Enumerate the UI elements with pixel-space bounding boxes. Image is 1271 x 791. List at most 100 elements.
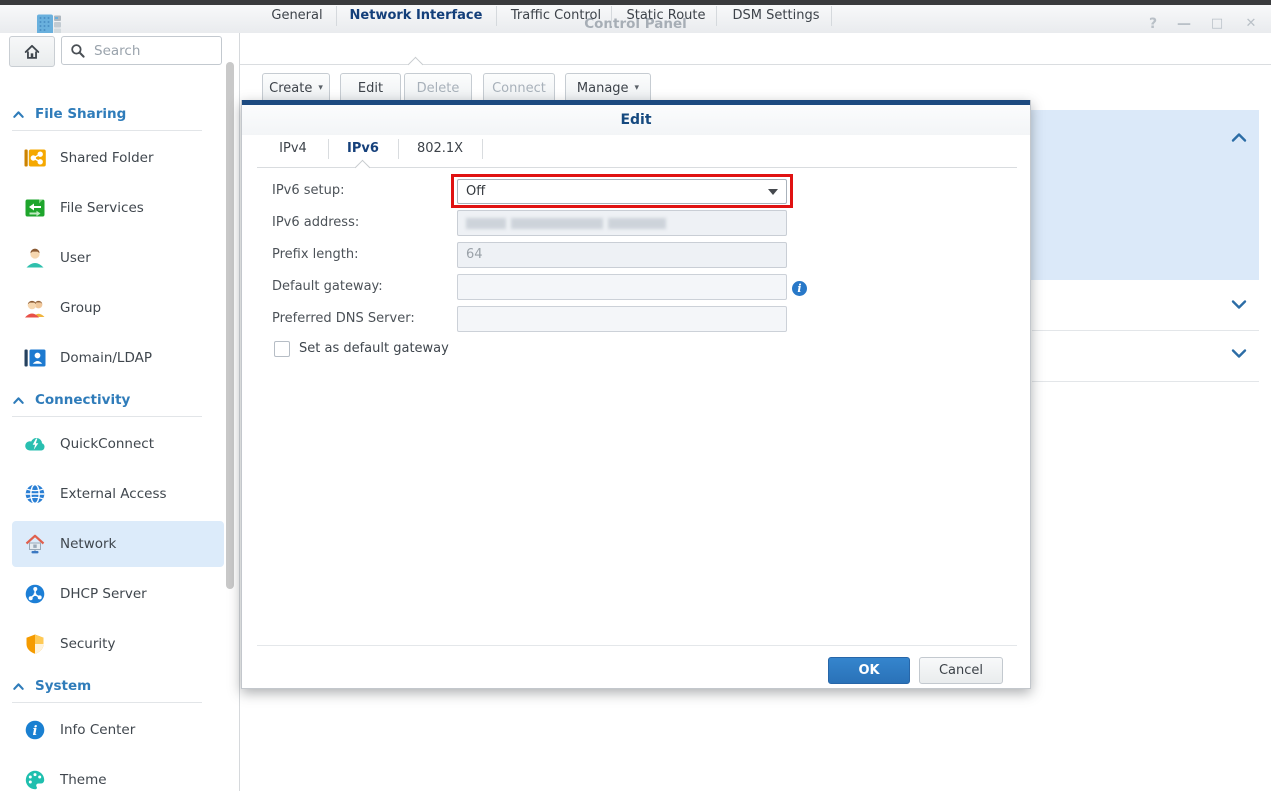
panel-divider <box>1032 330 1259 331</box>
default-gateway-input[interactable] <box>457 274 787 300</box>
sidebar-item-domain-ldap[interactable]: Domain/LDAP <box>12 338 224 378</box>
create-label: Create <box>269 81 312 96</box>
section-label: Connectivity <box>35 392 130 408</box>
sidebar-item-file-services[interactable]: File Services <box>12 188 224 228</box>
info-icon[interactable]: i <box>792 281 807 296</box>
edit-dialog: Edit IPv4 IPv6 802.1X IPv6 setup: Off IP… <box>241 100 1031 689</box>
preferred-dns-label: Preferred DNS Server: <box>272 306 415 332</box>
tab-network-interface[interactable]: Network Interface <box>346 4 486 28</box>
file-services-icon <box>24 197 46 219</box>
section-connectivity[interactable]: Connectivity <box>12 387 216 413</box>
search-input[interactable] <box>92 42 206 60</box>
cancel-button[interactable]: Cancel <box>919 657 1003 684</box>
tab-ipv4[interactable]: IPv4 <box>267 135 319 163</box>
tab-dsm-settings[interactable]: DSM Settings <box>726 4 826 28</box>
delete-label: Delete <box>417 81 460 96</box>
dialog-footer-divider <box>257 645 1017 646</box>
external-access-icon <box>24 483 46 505</box>
control-panel-window: Control Panel ? — □ ✕ File Sharing <box>0 0 1271 791</box>
dialog-tab-underline <box>257 167 1017 168</box>
default-gateway-label: Default gateway: <box>272 274 383 300</box>
section-label: File Sharing <box>35 106 126 122</box>
minimize-icon[interactable]: — <box>1172 16 1196 32</box>
create-button[interactable]: Create ▾ <box>262 73 330 103</box>
sidebar-item-label: Theme <box>60 772 107 788</box>
collapse-chevron-up-icon[interactable] <box>1230 130 1248 145</box>
ipv6-setup-select[interactable]: Off <box>457 179 787 204</box>
manage-button[interactable]: Manage ▾ <box>565 73 651 103</box>
sidebar-item-label: QuickConnect <box>60 436 154 452</box>
security-icon <box>24 633 46 655</box>
tab-traffic-control[interactable]: Traffic Control <box>506 4 606 28</box>
select-caret-icon <box>768 189 778 195</box>
ipv6-address-input[interactable] <box>457 210 787 236</box>
sidebar-item-security[interactable]: Security <box>12 624 224 664</box>
dropdown-caret-icon: ▾ <box>318 84 323 93</box>
sidebar-item-label: DHCP Server <box>60 586 147 602</box>
sidebar-item-label: Group <box>60 300 101 316</box>
sidebar-item-dhcp-server[interactable]: DHCP Server <box>12 574 224 614</box>
dialog-title: Edit <box>242 105 1030 135</box>
maximize-icon[interactable]: □ <box>1205 16 1229 31</box>
prefix-length-input[interactable]: 64 <box>457 242 787 268</box>
tab-8021x[interactable]: 802.1X <box>407 135 473 163</box>
quickconnect-icon <box>24 433 46 455</box>
chevron-up-icon <box>12 109 25 120</box>
connect-button[interactable]: Connect <box>483 73 555 103</box>
group-icon <box>24 297 46 319</box>
tab-ipv6[interactable]: IPv6 <box>337 135 389 163</box>
sidebar-item-label: Shared Folder <box>60 150 154 166</box>
network-icon <box>24 533 46 555</box>
ipv6-setup-value: Off <box>466 184 485 199</box>
svg-text:i: i <box>33 724 38 739</box>
manage-label: Manage <box>577 81 629 96</box>
ipv6-address-label: IPv6 address: <box>272 210 359 236</box>
sidebar-item-label: Domain/LDAP <box>60 350 152 366</box>
sidebar-item-partial <box>24 785 46 791</box>
dhcp-server-icon <box>24 583 46 605</box>
delete-button[interactable]: Delete <box>404 73 472 103</box>
section-file-sharing[interactable]: File Sharing <box>12 101 216 127</box>
edit-label: Edit <box>358 81 383 96</box>
section-system[interactable]: System <box>12 673 216 699</box>
home-button[interactable] <box>9 36 55 67</box>
main-tab-bar <box>240 33 1271 65</box>
sidebar-item-label: Info Center <box>60 722 135 738</box>
sidebar-item-label: User <box>60 250 91 266</box>
shared-folder-icon <box>24 147 46 169</box>
chevron-up-icon <box>12 395 25 406</box>
domain-ldap-icon <box>24 347 46 369</box>
set-default-gateway-checkbox[interactable] <box>274 341 290 357</box>
preferred-dns-input[interactable] <box>457 306 787 332</box>
section-label: System <box>35 678 91 694</box>
sidebar: File Sharing Shared Folder F <box>0 33 240 791</box>
dropdown-caret-icon: ▾ <box>635 84 640 93</box>
home-icon <box>23 43 41 61</box>
expand-chevron-down-icon[interactable] <box>1230 346 1248 361</box>
sidebar-item-external-access[interactable]: External Access <box>12 474 224 514</box>
user-icon <box>24 247 46 269</box>
ok-button[interactable]: OK <box>828 657 910 684</box>
chevron-up-icon <box>12 681 25 692</box>
expand-chevron-down-icon[interactable] <box>1230 297 1248 312</box>
sidebar-scrollbar[interactable] <box>226 62 234 589</box>
sidebar-item-user[interactable]: User <box>12 238 224 278</box>
sidebar-item-quickconnect[interactable]: QuickConnect <box>12 424 224 464</box>
help-icon[interactable]: ? <box>1141 16 1165 32</box>
sidebar-item-info-center[interactable]: i Info Center <box>12 710 224 750</box>
sidebar-item-group[interactable]: Group <box>12 288 224 328</box>
tab-static-route[interactable]: Static Route <box>621 4 711 28</box>
close-icon[interactable]: ✕ <box>1239 16 1263 31</box>
connect-label: Connect <box>492 81 546 96</box>
edit-button[interactable]: Edit <box>340 73 401 103</box>
search-icon <box>70 43 86 59</box>
sidebar-item-label: Network <box>60 536 116 552</box>
sidebar-item-label: External Access <box>60 486 167 502</box>
info-center-icon: i <box>24 719 46 741</box>
panel-divider <box>1032 381 1259 382</box>
search-box <box>61 36 222 65</box>
sidebar-item-shared-folder[interactable]: Shared Folder <box>12 138 224 178</box>
sidebar-item-label: File Services <box>60 200 144 216</box>
sidebar-item-network[interactable]: Network <box>12 521 224 567</box>
tab-general[interactable]: General <box>262 4 332 28</box>
